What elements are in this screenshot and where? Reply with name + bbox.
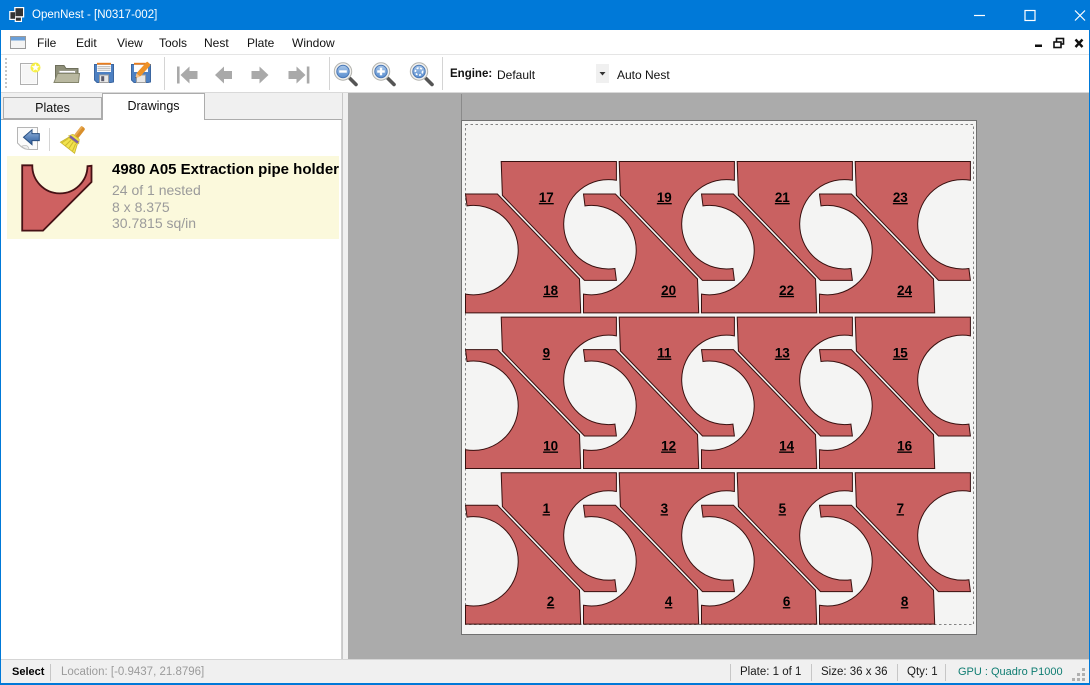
svg-text:9: 9 <box>543 346 550 361</box>
svg-text:6: 6 <box>783 594 790 609</box>
svg-text:11: 11 <box>657 346 672 361</box>
svg-text:15: 15 <box>893 346 908 361</box>
svg-text:8: 8 <box>901 594 909 609</box>
svg-text:19: 19 <box>657 190 672 205</box>
svg-text:20: 20 <box>661 283 676 298</box>
svg-text:14: 14 <box>779 439 794 454</box>
svg-text:21: 21 <box>775 190 790 205</box>
svg-text:2: 2 <box>547 594 554 609</box>
svg-text:16: 16 <box>897 439 912 454</box>
svg-text:3: 3 <box>661 501 668 516</box>
svg-text:13: 13 <box>775 346 790 361</box>
svg-text:5: 5 <box>779 501 787 516</box>
svg-text:18: 18 <box>543 283 558 298</box>
svg-text:12: 12 <box>661 439 676 454</box>
svg-text:23: 23 <box>893 190 908 205</box>
svg-text:22: 22 <box>779 283 794 298</box>
svg-text:24: 24 <box>897 283 912 298</box>
svg-text:10: 10 <box>543 439 558 454</box>
svg-text:7: 7 <box>897 501 904 516</box>
svg-text:1: 1 <box>543 501 551 516</box>
svg-text:4: 4 <box>665 594 673 609</box>
svg-text:17: 17 <box>539 190 554 205</box>
